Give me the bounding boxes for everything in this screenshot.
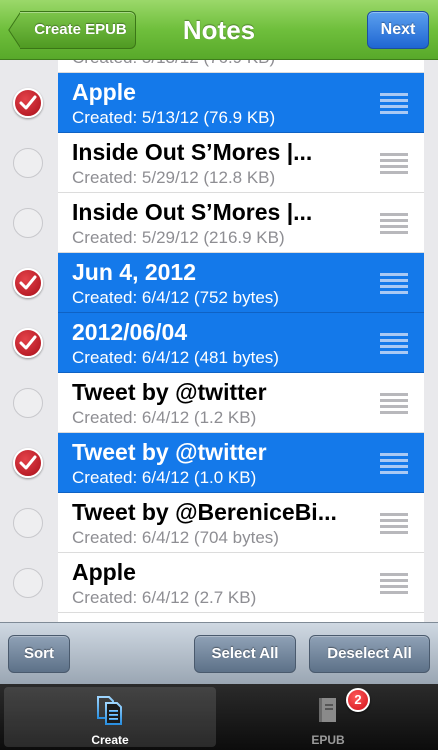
epub-count-badge: 2 — [346, 688, 370, 712]
tab-create[interactable]: Create — [4, 687, 216, 747]
selection-toggle[interactable] — [0, 193, 58, 253]
reorder-grip-icon[interactable] — [380, 93, 408, 115]
next-button[interactable]: Next — [367, 11, 429, 49]
bottom-toolbar: Sort Select All Deselect All — [0, 622, 438, 684]
create-document-icon — [97, 696, 122, 725]
selection-toggle[interactable] — [0, 433, 58, 493]
note-row[interactable]: Created: 5/13/12 (76.9 KB) — [0, 60, 438, 73]
reorder-grip-icon[interactable] — [380, 393, 408, 415]
note-row[interactable] — [0, 613, 438, 622]
notes-list[interactable]: Created: 5/13/12 (76.9 KB) Apple Created: … — [0, 60, 438, 622]
note-row[interactable]: Apple Created: 6/4/12 (2.7 KB) — [0, 553, 438, 613]
note-title: Apple — [72, 79, 136, 105]
note-row[interactable]: Inside Out S’Mores |... Created: 5/29/12 … — [0, 193, 438, 253]
reorder-grip-icon[interactable] — [380, 213, 408, 235]
selection-toggle[interactable] — [0, 493, 58, 553]
unchecked-circle-icon — [13, 388, 43, 418]
tab-epub[interactable]: 2 EPUB — [222, 687, 434, 747]
reorder-grip-icon[interactable] — [380, 153, 408, 175]
note-title: Inside Out S’Mores |... — [72, 199, 313, 225]
note-title: Inside Out S’Mores |... — [72, 139, 313, 165]
reorder-grip-icon[interactable] — [380, 333, 408, 355]
note-title: Apple — [72, 559, 136, 585]
note-title: Tweet by @BereniceBi... — [72, 499, 337, 525]
checkmark-icon — [19, 335, 37, 350]
note-title: 2012/06/04 — [72, 319, 188, 345]
deselect-all-button[interactable]: Deselect All — [309, 635, 430, 673]
note-title: Tweet by @twitter — [72, 379, 267, 405]
checked-circle-icon — [13, 448, 43, 478]
note-cell[interactable]: Tweet by @BereniceBi... Created: 6/4/12 (… — [58, 493, 424, 553]
epub-book-icon — [319, 698, 336, 722]
tab-bar: Create 2 EPUB — [0, 684, 438, 750]
unchecked-circle-icon — [13, 148, 43, 178]
selection-toggle[interactable] — [0, 313, 58, 373]
note-cell[interactable]: Tweet by @twitter Created: 6/4/12 (1.0 KB… — [58, 433, 424, 493]
note-subtitle: Created: 6/4/12 (481 bytes) — [72, 348, 279, 367]
note-cell[interactable]: Tweet by @twitter Created: 6/4/12 (1.2 KB… — [58, 373, 424, 433]
note-row[interactable]: Inside Out S’Mores |... Created: 5/29/12 … — [0, 133, 438, 193]
note-row[interactable]: 2012/06/04 Created: 6/4/12 (481 bytes) — [0, 313, 438, 373]
note-subtitle: Created: 6/4/12 (2.7 KB) — [72, 588, 257, 607]
selection-toggle[interactable] — [0, 133, 58, 193]
checked-circle-icon — [13, 328, 43, 358]
note-cell[interactable] — [58, 613, 424, 622]
selection-toggle[interactable] — [0, 373, 58, 433]
selection-toggle[interactable] — [0, 73, 58, 133]
note-subtitle: Created: 5/13/12 (76.9 KB) — [72, 60, 275, 68]
unchecked-circle-icon — [13, 208, 43, 238]
select-all-button[interactable]: Select All — [194, 635, 296, 673]
note-subtitle: Created: 6/4/12 (752 bytes) — [72, 288, 279, 307]
selection-toggle[interactable] — [0, 253, 58, 313]
note-cell[interactable]: Apple Created: 5/13/12 (76.9 KB) — [58, 73, 424, 133]
reorder-grip-icon[interactable] — [380, 273, 408, 295]
note-row[interactable]: Tweet by @BereniceBi... Created: 6/4/12 (… — [0, 493, 438, 553]
checked-circle-icon — [13, 268, 43, 298]
note-subtitle: Created: 5/29/12 (12.8 KB) — [72, 168, 276, 187]
selection-toggle[interactable] — [0, 60, 58, 73]
reorder-grip-icon[interactable] — [380, 453, 408, 475]
note-cell[interactable]: Inside Out S’Mores |... Created: 5/29/12 … — [58, 193, 424, 253]
note-row[interactable]: Tweet by @twitter Created: 6/4/12 (1.2 KB… — [0, 373, 438, 433]
checkmark-icon — [19, 455, 37, 470]
tab-create-label: Create — [91, 733, 129, 747]
note-subtitle: Created: 5/29/12 (216.9 KB) — [72, 228, 285, 247]
selection-toggle[interactable] — [0, 613, 58, 622]
reorder-grip-icon[interactable] — [380, 513, 408, 535]
note-row[interactable]: Tweet by @twitter Created: 6/4/12 (1.0 KB… — [0, 433, 438, 493]
note-cell[interactable]: Apple Created: 6/4/12 (2.7 KB) — [58, 553, 424, 613]
note-title: Tweet by @twitter — [72, 439, 267, 465]
note-subtitle: Created: 6/4/12 (1.0 KB) — [72, 468, 257, 487]
note-cell[interactable]: Jun 4, 2012 Created: 6/4/12 (752 bytes) — [58, 253, 424, 313]
selection-toggle[interactable] — [0, 553, 58, 613]
note-subtitle: Created: 6/4/12 (704 bytes) — [72, 528, 279, 547]
sort-button[interactable]: Sort — [8, 635, 70, 673]
note-row[interactable]: Apple Created: 5/13/12 (76.9 KB) — [0, 73, 438, 133]
navigation-bar: Create EPUB Notes Next — [0, 0, 438, 60]
unchecked-circle-icon — [13, 568, 43, 598]
note-row[interactable]: Jun 4, 2012 Created: 6/4/12 (752 bytes) — [0, 253, 438, 313]
tab-epub-label: EPUB — [311, 733, 345, 747]
note-cell[interactable]: 2012/06/04 Created: 6/4/12 (481 bytes) — [58, 313, 424, 373]
checkmark-icon — [19, 95, 37, 110]
note-cell[interactable]: Created: 5/13/12 (76.9 KB) — [58, 60, 424, 73]
note-title: Jun 4, 2012 — [72, 259, 197, 285]
note-cell[interactable]: Inside Out S’Mores |... Created: 5/29/12 … — [58, 133, 424, 193]
reorder-grip-icon[interactable] — [380, 573, 408, 595]
note-subtitle: Created: 5/13/12 (76.9 KB) — [72, 108, 276, 127]
checkmark-icon — [19, 275, 37, 290]
note-subtitle: Created: 6/4/12 (1.2 KB) — [72, 408, 257, 427]
unchecked-circle-icon — [13, 508, 43, 538]
checked-circle-icon — [13, 88, 43, 118]
